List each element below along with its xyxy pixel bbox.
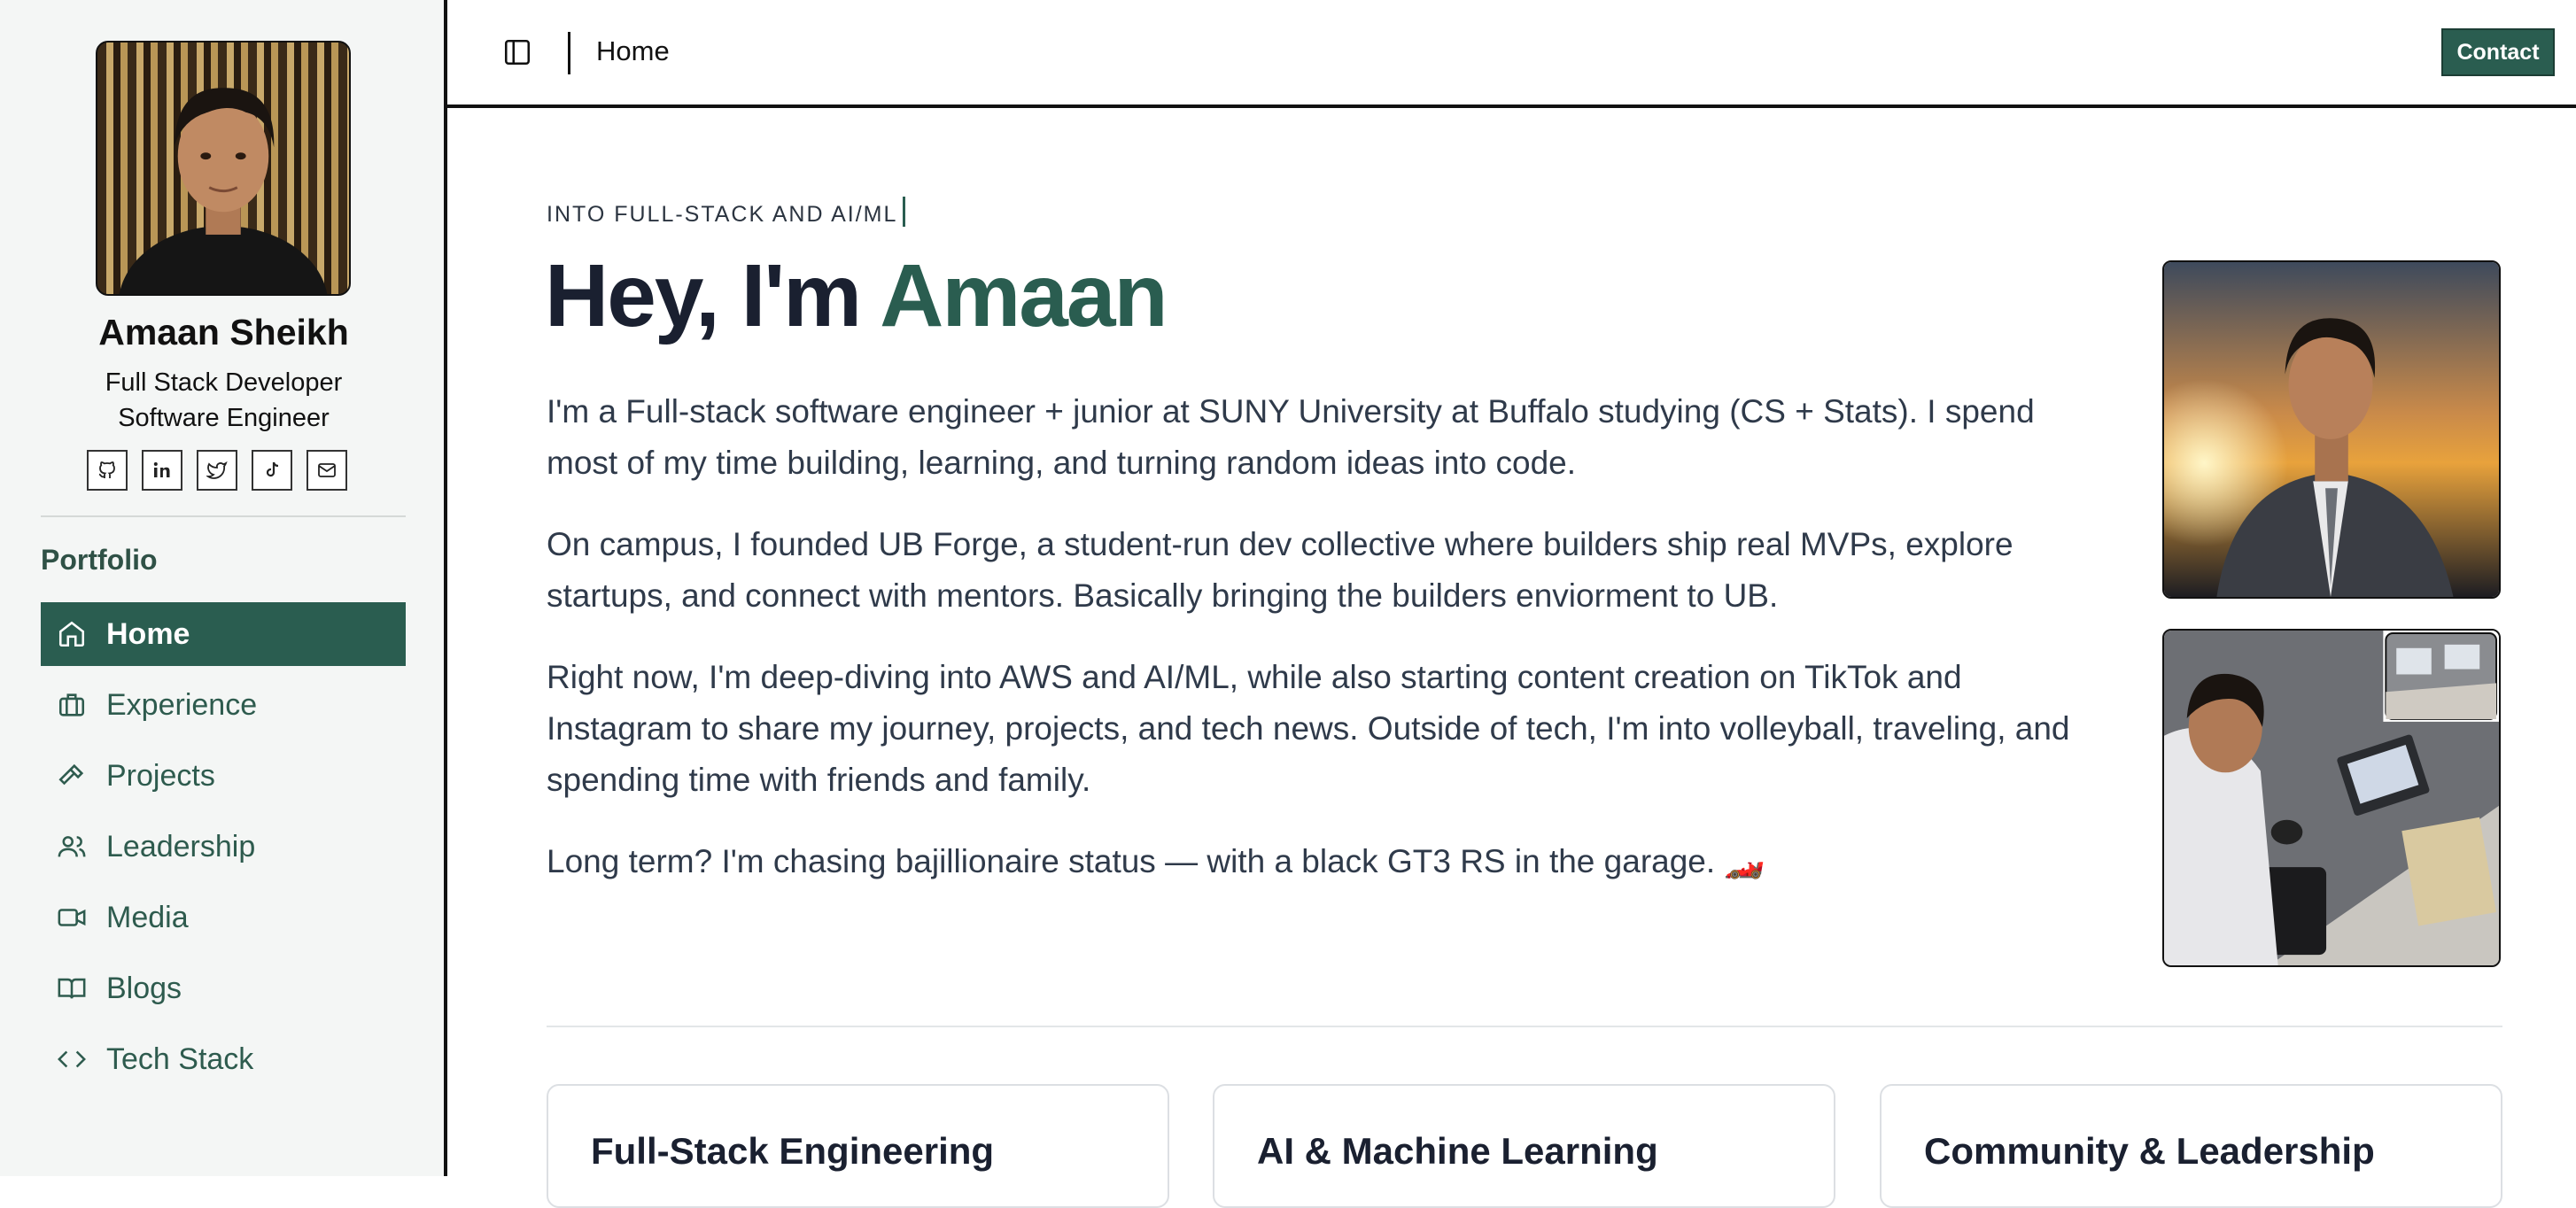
sidebar-item-label: Home xyxy=(106,616,190,651)
sidebar-item-media[interactable]: Media xyxy=(41,886,406,949)
sidebar-item-label: Blogs xyxy=(106,971,182,1005)
bio-paragraph-2: On campus, I founded UB Forge, a student… xyxy=(547,526,2013,614)
profile-role-primary: Full Stack Developer xyxy=(105,368,343,397)
section-divider xyxy=(547,1026,2502,1027)
hero-eyebrow-text: INTO FULL-STACK AND AI/ML xyxy=(547,202,898,227)
tiktok-icon xyxy=(266,461,279,477)
github-link[interactable] xyxy=(87,450,128,491)
book-icon xyxy=(57,973,87,1003)
bio-paragraph-3: Right now, I'm deep-diving into AWS and … xyxy=(547,659,2070,798)
card-title: Full-Stack Engineering xyxy=(591,1130,995,1172)
portfolio-section-label: Portfolio xyxy=(41,544,158,576)
hero-eyebrow: INTO FULL-STACK AND AI/ML xyxy=(547,197,906,228)
sidebar-item-label: Experience xyxy=(106,687,258,722)
card-title: AI & Machine Learning xyxy=(1257,1130,1658,1172)
github-icon xyxy=(98,461,115,478)
mail-icon xyxy=(318,463,336,477)
hero-title: Hey, I'm Amaan xyxy=(545,250,1168,343)
social-links xyxy=(87,450,347,491)
panel-left-icon xyxy=(504,39,531,66)
mail-link[interactable] xyxy=(306,450,347,491)
bio-paragraph-1: I'm a Full-stack software engineer + jun… xyxy=(547,393,2035,481)
linkedin-icon xyxy=(153,462,170,477)
card-title: Community & Leadership xyxy=(1924,1130,2375,1172)
video-icon xyxy=(57,902,87,933)
portrait-photo-sunset xyxy=(2162,260,2501,599)
topbar-separator xyxy=(568,32,570,74)
breadcrumb: Home xyxy=(596,35,670,66)
code-icon xyxy=(57,1044,87,1074)
sidebar-item-tech-stack[interactable]: Tech Stack xyxy=(41,1027,406,1091)
linkedin-link[interactable] xyxy=(142,450,182,491)
sidebar-item-experience[interactable]: Experience xyxy=(41,673,406,737)
sidebar-item-label: Media xyxy=(106,900,189,934)
tiktok-link[interactable] xyxy=(252,450,292,491)
twitter-icon xyxy=(206,461,228,479)
feature-card-fullstack[interactable]: Full-Stack Engineering xyxy=(547,1084,1169,1208)
avatar xyxy=(96,41,351,296)
profile-name: Amaan Sheikh xyxy=(98,312,349,352)
top-bar: Home Contact xyxy=(447,0,2576,108)
briefcase-icon xyxy=(57,690,87,720)
bio-paragraph-4: Long term? I'm chasing bajillionaire sta… xyxy=(547,843,1765,879)
typing-caret xyxy=(903,197,906,227)
feature-card-ai-ml[interactable]: AI & Machine Learning xyxy=(1213,1084,1835,1208)
hero-title-prefix: Hey, I'm xyxy=(545,246,881,345)
home-icon xyxy=(57,619,87,649)
users-icon xyxy=(57,832,87,862)
sidebar-toggle-button[interactable] xyxy=(502,37,532,67)
desk-photo xyxy=(2162,629,2501,967)
sidebar-item-home[interactable]: Home xyxy=(41,602,406,666)
sidebar-divider xyxy=(41,515,406,517)
sidebar-item-leadership[interactable]: Leadership xyxy=(41,815,406,879)
sidebar: Amaan Sheikh Full Stack Developer Softwa… xyxy=(0,0,447,1176)
sidebar-item-label: Leadership xyxy=(106,829,256,863)
hero-title-name: Amaan xyxy=(880,246,1168,345)
sidebar-item-blogs[interactable]: Blogs xyxy=(41,956,406,1020)
hammer-icon xyxy=(57,761,87,791)
profile-role-secondary: Software Engineer xyxy=(118,404,330,432)
sidebar-item-projects[interactable]: Projects xyxy=(41,744,406,808)
feature-card-community[interactable]: Community & Leadership xyxy=(1880,1084,2502,1208)
sidebar-nav: Home Experience Projects Leadership Medi… xyxy=(41,602,406,1098)
sidebar-item-label: Projects xyxy=(106,758,215,793)
avatar-photo xyxy=(119,88,328,294)
twitter-link[interactable] xyxy=(197,450,237,491)
sidebar-item-label: Tech Stack xyxy=(106,1042,254,1076)
contact-button[interactable]: Contact xyxy=(2441,28,2555,76)
